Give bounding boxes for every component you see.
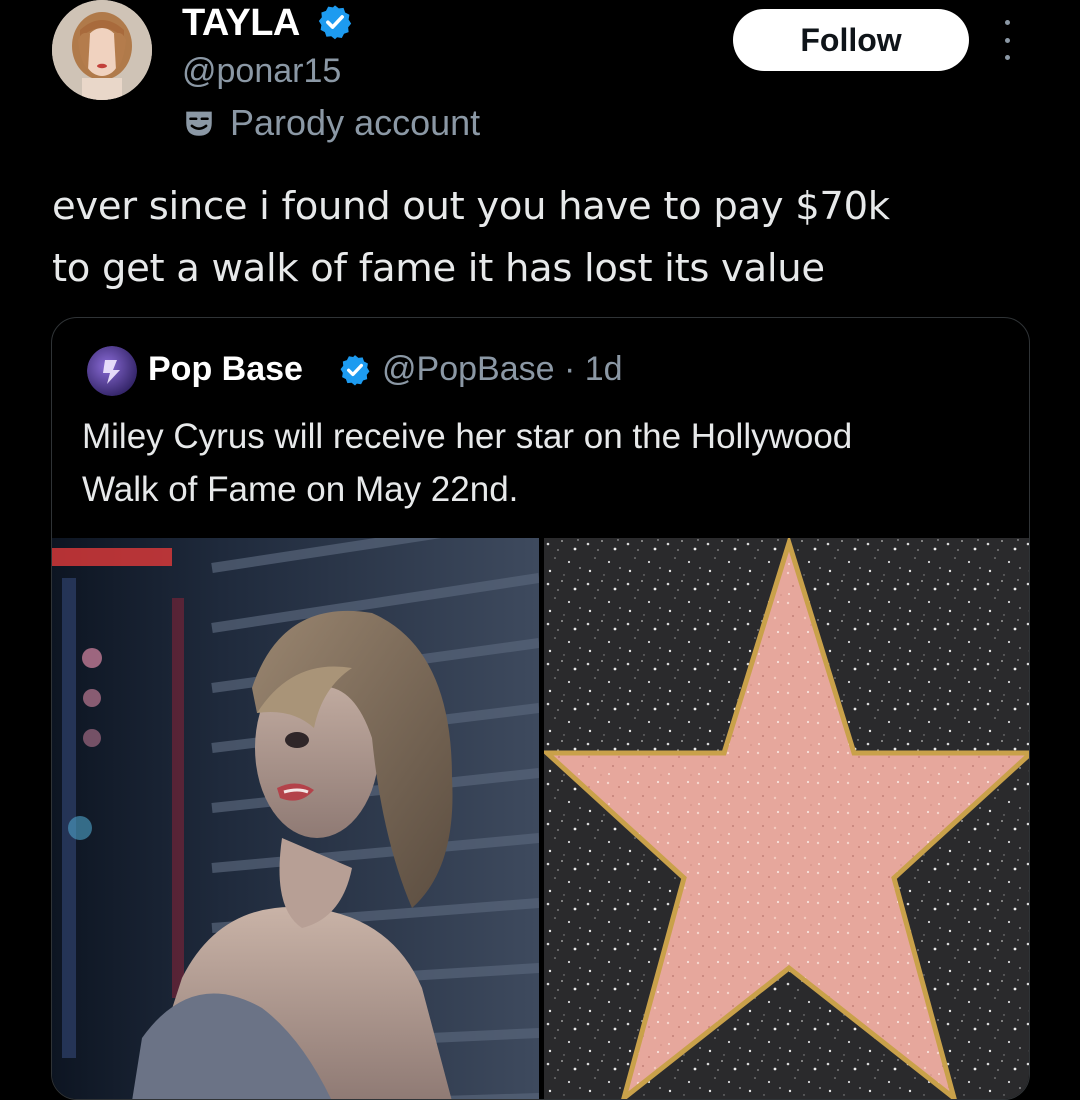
tweet-view: TAYLA @ponar15 Parody account Follow eve… <box>0 0 1080 1100</box>
verified-badge-icon <box>340 355 370 386</box>
parody-mask-icon <box>186 111 212 136</box>
tweet-line: ever since i found out you have to pay $… <box>52 184 890 229</box>
tweet-text: ever since i found out you have to pay $… <box>52 176 1052 300</box>
tweet-line: to get a walk of fame it has lost its va… <box>52 246 825 291</box>
walk-of-fame-star-photo <box>544 538 1029 1099</box>
follow-button[interactable]: Follow <box>733 9 969 71</box>
quoted-tweet-text: Miley Cyrus will receive her star on the… <box>82 410 1012 516</box>
media-photo-right[interactable] <box>544 538 1029 1099</box>
quoted-handle-and-time: @PopBase · 1d <box>382 350 623 388</box>
quoted-author-name[interactable]: Pop Base <box>148 350 303 389</box>
author-avatar[interactable] <box>52 0 152 100</box>
author-display-name[interactable]: TAYLA <box>182 2 300 45</box>
popbase-logo-icon <box>87 346 137 396</box>
quoted-tweet-card[interactable]: Pop Base @PopBase · 1d Miley Cyrus will … <box>51 317 1030 1100</box>
verified-badge-icon <box>318 5 352 40</box>
quoted-line: Miley Cyrus will receive her star on the… <box>82 417 853 456</box>
quoted-author-avatar[interactable] <box>87 346 137 396</box>
media-photo-left[interactable] <box>52 538 539 1099</box>
avatar-photo <box>52 0 152 100</box>
author-handle[interactable]: @ponar15 <box>182 52 341 91</box>
quoted-line: Walk of Fame on May 22nd. <box>82 470 519 509</box>
more-options-icon[interactable] <box>994 20 1020 60</box>
parody-account-label: Parody account <box>230 102 481 143</box>
woman-portrait-photo <box>52 538 539 1099</box>
